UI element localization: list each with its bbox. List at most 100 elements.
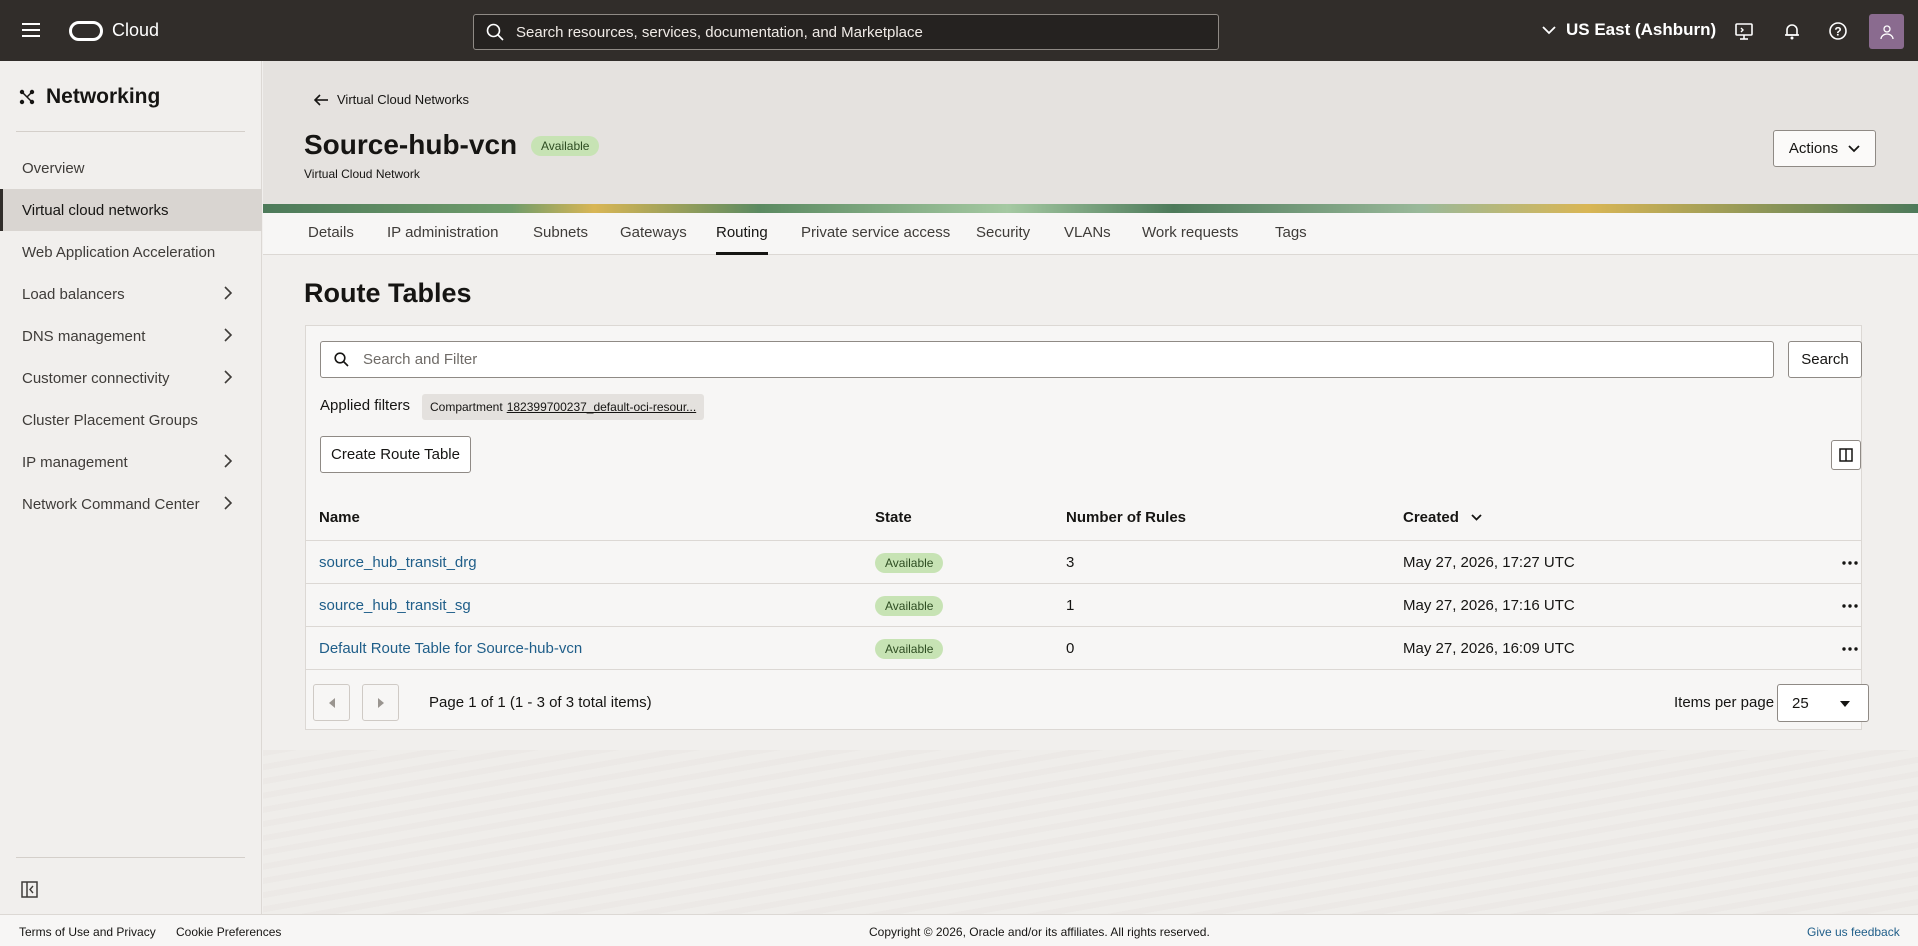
rules-count: 1 <box>1066 597 1075 614</box>
sidebar-item-label: Overview <box>22 159 85 177</box>
sidebar-item-dns-management[interactable]: DNS management <box>0 315 262 357</box>
column-header-name[interactable]: Name <box>319 509 360 526</box>
sidebar-item-label: IP management <box>22 453 128 471</box>
bell-icon[interactable] <box>1781 20 1803 42</box>
sidebar-item-customer-connectivity[interactable]: Customer connectivity <box>0 357 262 399</box>
items-per-page-label: Items per page <box>1674 694 1775 711</box>
global-search-input[interactable] <box>516 23 1196 41</box>
sidebar-item-virtual-cloud-networks[interactable]: Virtual cloud networks <box>0 189 262 231</box>
divider <box>306 669 1861 670</box>
chevron-right-icon <box>224 286 233 300</box>
sidebar-item-load-balancers[interactable]: Load balancers <box>0 273 262 315</box>
tab-work-requests[interactable]: Work requests <box>1142 213 1238 255</box>
brand-name[interactable]: Cloud <box>112 20 159 41</box>
page-title: Source-hub-vcn <box>304 129 518 160</box>
chevron-right-icon <box>224 496 233 510</box>
route-table-name-link[interactable]: Default Route Table for Source-hub-vcn <box>319 627 582 670</box>
row-actions-icon[interactable] <box>1840 641 1860 657</box>
arrow-left-icon <box>314 93 328 106</box>
route-table-name-link[interactable]: source_hub_transit_drg <box>319 541 477 584</box>
column-header-rules[interactable]: Number of Rules <box>1066 509 1186 526</box>
sidebar-item-label: Cluster Placement Groups <box>22 411 198 429</box>
tab-gateways[interactable]: Gateways <box>620 213 687 255</box>
created-date: May 27, 2026, 16:09 UTC <box>1403 640 1575 657</box>
items-per-page-value: 25 <box>1792 694 1809 712</box>
cloud-shell-icon[interactable] <box>1733 20 1755 42</box>
cookie-preferences-link[interactable]: Cookie Preferences <box>176 925 281 939</box>
sidebar-item-cluster-placement-groups[interactable]: Cluster Placement Groups <box>0 399 262 441</box>
user-icon <box>1879 24 1894 39</box>
column-settings-icon[interactable] <box>1831 440 1861 470</box>
sidebar-item-overview[interactable]: Overview <box>0 147 262 189</box>
row-actions-icon[interactable] <box>1840 555 1860 571</box>
search-button[interactable]: Search <box>1788 341 1862 378</box>
tab-details[interactable]: Details <box>308 213 354 255</box>
divider <box>16 131 245 132</box>
tab-security[interactable]: Security <box>976 213 1030 255</box>
filter-search[interactable] <box>320 341 1774 378</box>
route-table-name-link[interactable]: source_hub_transit_sg <box>319 584 471 627</box>
copyright-text: Copyright © 2026, Oracle and/or its affi… <box>869 925 1210 939</box>
svg-text:?: ? <box>1834 25 1841 39</box>
actions-button[interactable]: Actions <box>1773 130 1876 167</box>
sidebar: Networking Overview Virtual cloud networ… <box>0 61 262 914</box>
created-date: May 27, 2026, 17:16 UTC <box>1403 597 1575 614</box>
tab-ip-administration[interactable]: IP administration <box>387 213 498 255</box>
sidebar-item-label: Load balancers <box>22 285 125 303</box>
tab-subnets[interactable]: Subnets <box>533 213 588 255</box>
region-selector[interactable]: US East (Ashburn) <box>1542 20 1716 40</box>
row-actions-icon[interactable] <box>1840 598 1860 614</box>
status-badge: Available <box>531 136 600 156</box>
sidebar-item-ip-management[interactable]: IP management <box>0 441 262 483</box>
networking-icon <box>19 89 35 105</box>
caret-down-icon <box>1840 701 1850 707</box>
column-header-state[interactable]: State <box>875 509 912 526</box>
sidebar-item-web-application-acceleration[interactable]: Web Application Acceleration <box>0 231 262 273</box>
global-search[interactable] <box>473 14 1219 50</box>
sort-desc-icon <box>1471 514 1482 521</box>
search-icon <box>334 352 349 367</box>
chevron-right-icon <box>224 454 233 468</box>
tab-routing[interactable]: Routing <box>716 213 768 255</box>
tab-private-service-access[interactable]: Private service access <box>801 213 950 255</box>
table-row: source_hub_transit_sg Available 1 May 27… <box>306 583 1861 626</box>
rules-count: 3 <box>1066 554 1075 571</box>
state-badge: Available <box>875 552 944 573</box>
menu-icon[interactable] <box>22 23 40 37</box>
tab-vlans[interactable]: VLANs <box>1064 213 1111 255</box>
filter-chip[interactable]: Compartment 182399700237_default-oci-res… <box>422 394 705 420</box>
column-header-created[interactable]: Created <box>1403 509 1482 526</box>
filter-search-input[interactable] <box>363 351 1743 368</box>
section-title: Route Tables <box>304 278 472 308</box>
oracle-logo-icon[interactable] <box>69 21 103 41</box>
column-header-created-label: Created <box>1403 509 1459 526</box>
created-date: May 27, 2026, 17:27 UTC <box>1403 554 1575 571</box>
sidebar-item-label: DNS management <box>22 327 146 345</box>
next-page-button[interactable] <box>362 684 399 721</box>
back-link-label: Virtual Cloud Networks <box>337 92 469 107</box>
decorative-banner <box>263 204 1918 213</box>
previous-page-button[interactable] <box>313 684 350 721</box>
help-icon[interactable]: ? <box>1827 20 1849 42</box>
state-badge: Available <box>875 638 944 659</box>
collapse-sidebar-icon[interactable] <box>21 881 38 903</box>
create-route-table-button[interactable]: Create Route Table <box>320 436 471 473</box>
sidebar-item-network-command-center[interactable]: Network Command Center <box>0 483 262 525</box>
chevron-down-icon <box>1542 25 1556 34</box>
feedback-link[interactable]: Give us feedback <box>1807 925 1900 939</box>
sidebar-item-label: Network Command Center <box>22 495 200 513</box>
terms-link[interactable]: Terms of Use and Privacy <box>19 925 156 939</box>
table-row: source_hub_transit_drg Available 3 May 2… <box>306 540 1861 583</box>
search-icon <box>486 23 504 41</box>
chevron-right-icon <box>224 328 233 342</box>
back-link[interactable]: Virtual Cloud Networks <box>314 92 469 107</box>
footer: Terms of Use and Privacy Cookie Preferen… <box>0 914 1918 946</box>
items-per-page-select[interactable]: 25 <box>1777 684 1869 722</box>
caret-left-icon <box>328 697 335 708</box>
tab-tags[interactable]: Tags <box>1275 213 1307 255</box>
sidebar-title-label: Networking <box>46 85 161 108</box>
avatar[interactable] <box>1869 14 1904 49</box>
chevron-right-icon <box>224 370 233 384</box>
page-subtitle: Virtual Cloud Network <box>304 167 420 181</box>
chip-value[interactable]: 182399700237_default-oci-resour... <box>507 400 696 414</box>
